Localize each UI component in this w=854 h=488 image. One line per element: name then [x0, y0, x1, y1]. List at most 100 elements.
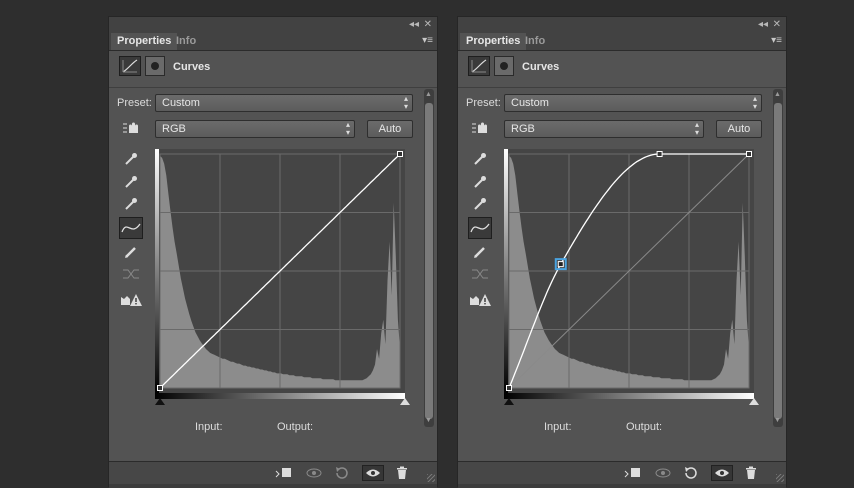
resize-grip-icon[interactable]: [427, 474, 435, 482]
resize-grip-icon[interactable]: [776, 474, 784, 482]
smooth-curve-icon[interactable]: [119, 263, 143, 285]
input-label: Input:: [195, 421, 223, 433]
close-panel-icon[interactable]: ✕: [773, 18, 781, 32]
white-point-slider[interactable]: [749, 398, 759, 405]
reset-icon[interactable]: [680, 465, 702, 481]
vertical-scrollbar[interactable]: ▲ ▼: [424, 89, 434, 427]
adjustment-title: Curves: [173, 61, 211, 73]
adjustment-title: Curves: [522, 61, 560, 73]
tab-properties[interactable]: Properties: [460, 33, 527, 50]
toggle-visibility-icon[interactable]: [362, 465, 384, 481]
tab-properties[interactable]: Properties: [111, 33, 178, 50]
curve-point: [746, 151, 752, 157]
panel-tabs: Properties Info ▾≡: [458, 33, 786, 51]
adjustment-header: Curves: [109, 51, 437, 88]
panel-footer: [458, 461, 786, 484]
tab-info[interactable]: Info: [519, 33, 551, 50]
input-gradient-bar: [155, 393, 405, 399]
auto-button[interactable]: Auto: [367, 120, 413, 138]
curve-point: [557, 261, 564, 268]
preset-select[interactable]: Custom ▴ ▾: [504, 94, 762, 112]
panel-bottom-edge: [458, 484, 786, 488]
smooth-curve-icon[interactable]: [468, 263, 492, 285]
close-panel-icon[interactable]: ✕: [424, 18, 432, 32]
delete-layer-icon[interactable]: [740, 465, 762, 481]
input-label: Input:: [544, 421, 572, 433]
clip-to-layer-icon[interactable]: [273, 465, 295, 481]
properties-panel-left: ◂◂ ✕ Properties Info ▾≡ Curves Preset: C…: [108, 16, 438, 488]
panel-bottom-edge: [109, 484, 437, 488]
preset-value: Custom: [162, 97, 200, 109]
channel-select[interactable]: RGB ▴ ▾: [155, 120, 355, 138]
channel-value: RGB: [511, 123, 535, 135]
channel-value: RGB: [162, 123, 186, 135]
scrollbar-thumb[interactable]: [425, 103, 433, 419]
channel-select[interactable]: RGB ▴ ▾: [504, 120, 704, 138]
select-arrows-icon: ▴ ▾: [752, 94, 757, 111]
on-image-adjust-icon[interactable]: [119, 117, 143, 139]
output-gradient-bar: [155, 149, 159, 393]
properties-panel-right: ◂◂ ✕ Properties Info ▾≡ Curves Preset: C…: [457, 16, 787, 488]
curve-point: [157, 385, 163, 391]
scrollbar-thumb[interactable]: [774, 103, 782, 419]
sample-white-point-icon[interactable]: [468, 193, 492, 215]
curves-adjustment-icon[interactable]: [119, 56, 141, 76]
input-gradient-bar: [504, 393, 754, 399]
layer-mask-icon[interactable]: [145, 56, 165, 76]
layer-mask-icon[interactable]: [494, 56, 514, 76]
panel-title-bar: ◂◂ ✕: [109, 17, 437, 33]
scroll-down-icon[interactable]: ▼: [774, 417, 781, 425]
auto-button[interactable]: Auto: [716, 120, 762, 138]
output-gradient-bar: [504, 149, 508, 393]
curve-point: [397, 151, 403, 157]
panel-tabs: Properties Info ▾≡: [109, 33, 437, 51]
black-point-slider[interactable]: [504, 398, 514, 405]
curve-points-icon[interactable]: [468, 217, 492, 239]
output-label: Output:: [277, 421, 314, 433]
white-point-slider[interactable]: [400, 398, 410, 405]
panel-menu-icon[interactable]: ▾≡: [771, 35, 782, 46]
preset-select[interactable]: Custom ▴ ▾: [155, 94, 413, 112]
pencil-draw-icon[interactable]: [119, 241, 143, 263]
adjustment-header: Curves: [458, 51, 786, 88]
select-arrows-icon: ▴ ▾: [345, 120, 350, 137]
panel-title-bar: ◂◂ ✕: [458, 17, 786, 33]
curve-point: [506, 385, 512, 391]
scroll-down-icon[interactable]: ▼: [425, 417, 432, 425]
curves-graph[interactable]: [504, 149, 754, 393]
curve-point: [656, 151, 663, 157]
clipping-warning-icon[interactable]: [119, 289, 143, 311]
sample-black-point-icon[interactable]: [119, 148, 143, 170]
sample-gray-point-icon[interactable]: [468, 171, 492, 193]
select-arrows-icon: ▴ ▾: [403, 94, 408, 111]
panel-menu-icon[interactable]: ▾≡: [422, 35, 433, 46]
collapse-panel-icon[interactable]: ◂◂: [409, 18, 419, 32]
view-previous-state-icon[interactable]: [652, 465, 674, 481]
curve-points-icon[interactable]: [119, 217, 143, 239]
view-previous-state-icon[interactable]: [303, 465, 325, 481]
panel-footer: [109, 461, 437, 484]
curves-graph[interactable]: [155, 149, 405, 393]
collapse-panel-icon[interactable]: ◂◂: [758, 18, 768, 32]
preset-label: Preset:: [466, 97, 501, 109]
select-arrows-icon: ▴ ▾: [694, 120, 699, 137]
scroll-up-icon[interactable]: ▲: [425, 91, 432, 99]
reset-icon[interactable]: [331, 465, 353, 481]
sample-white-point-icon[interactable]: [119, 193, 143, 215]
clip-to-layer-icon[interactable]: [622, 465, 644, 481]
sample-black-point-icon[interactable]: [468, 148, 492, 170]
pencil-draw-icon[interactable]: [468, 241, 492, 263]
sample-gray-point-icon[interactable]: [119, 171, 143, 193]
preset-label: Preset:: [117, 97, 152, 109]
toggle-visibility-icon[interactable]: [711, 465, 733, 481]
black-point-slider[interactable]: [155, 398, 165, 405]
preset-value: Custom: [511, 97, 549, 109]
curves-adjustment-icon[interactable]: [468, 56, 490, 76]
output-label: Output:: [626, 421, 663, 433]
scroll-up-icon[interactable]: ▲: [774, 91, 781, 99]
vertical-scrollbar[interactable]: ▲ ▼: [773, 89, 783, 427]
delete-layer-icon[interactable]: [391, 465, 413, 481]
clipping-warning-icon[interactable]: [468, 289, 492, 311]
on-image-adjust-icon[interactable]: [468, 117, 492, 139]
tab-info[interactable]: Info: [170, 33, 202, 50]
